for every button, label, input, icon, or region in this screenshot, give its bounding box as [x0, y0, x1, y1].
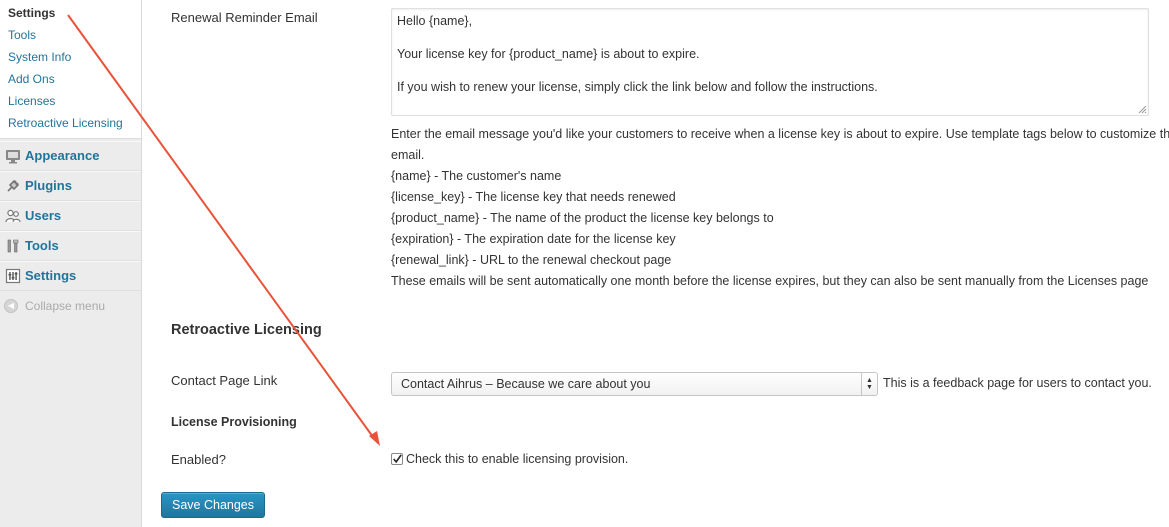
- renewal-email-label: Renewal Reminder Email: [171, 10, 318, 25]
- contact-page-selected-value: Contact Aihrus – Because we care about y…: [401, 377, 651, 391]
- submenu-item-add-ons[interactable]: Add Ons: [0, 68, 141, 90]
- app-window: Settings Tools System Info Add Ons Licen…: [0, 0, 1169, 527]
- email-line: Your license key for {product_name} is a…: [397, 47, 700, 61]
- renewal-email-textarea[interactable]: Hello {name}, Your license key for {prod…: [391, 8, 1149, 116]
- template-tag-expiration: {expiration} - The expiration date for t…: [391, 232, 676, 246]
- menu-item-label: Tools: [25, 238, 59, 253]
- submenu-item-retroactive-licensing[interactable]: Retroactive Licensing: [0, 112, 141, 134]
- menu-item-tools[interactable]: Tools: [0, 231, 141, 261]
- submenu-item-tools[interactable]: Tools: [0, 24, 141, 46]
- save-changes-button[interactable]: Save Changes: [161, 492, 266, 518]
- retroactive-licensing-heading: Retroactive Licensing: [171, 322, 322, 338]
- settings-submenu: Settings Tools System Info Add Ons Licen…: [0, 0, 141, 139]
- tools-icon: [4, 237, 22, 255]
- admin-sidebar: Settings Tools System Info Add Ons Licen…: [0, 0, 142, 527]
- description-line: These emails will be sent automatically …: [391, 274, 1149, 288]
- renewal-email-description: Enter the email message you'd like your …: [391, 124, 1169, 292]
- email-line-blank: [397, 28, 1143, 42]
- collapse-menu-button[interactable]: ◀ Collapse menu: [0, 291, 141, 321]
- enable-provisioning-row: Check this to enable licensing provision…: [391, 452, 628, 466]
- menu-item-appearance[interactable]: Appearance: [0, 141, 141, 171]
- menu-item-users[interactable]: Users: [0, 201, 141, 231]
- template-tag-renewal-link: {renewal_link} - URL to the renewal chec…: [391, 253, 672, 267]
- description-line: Enter the email message you'd like your …: [391, 127, 1169, 141]
- enable-provisioning-text: Check this to enable licensing provision…: [406, 452, 629, 466]
- license-provisioning-heading: License Provisioning: [171, 415, 297, 429]
- enabled-label: Enabled?: [171, 452, 226, 467]
- contact-page-hint: This is a feedback page for users to con…: [883, 376, 1152, 390]
- menu-item-label: Appearance: [25, 148, 100, 163]
- resize-grip-icon[interactable]: [1138, 105, 1147, 114]
- collapse-arrow-icon: ◀: [4, 299, 18, 313]
- users-icon: [4, 207, 22, 225]
- plugins-icon: [4, 177, 22, 195]
- template-tag-license-key: {license_key} - The license key that nee…: [391, 190, 676, 204]
- template-tag-name: {name} - The customer's name: [391, 169, 562, 183]
- menu-item-label: Plugins: [25, 178, 72, 193]
- submenu-item-licenses[interactable]: Licenses: [0, 90, 141, 112]
- menu-item-plugins[interactable]: Plugins: [0, 171, 141, 201]
- menu-item-settings[interactable]: Settings: [0, 261, 141, 291]
- contact-page-link-label: Contact Page Link: [171, 373, 278, 388]
- select-arrows-icon: ▲ ▼: [861, 373, 877, 395]
- menu-item-label: Settings: [25, 268, 77, 283]
- template-tag-product-name: {product_name} - The name of the product…: [391, 211, 774, 225]
- email-line: If you wish to renew your license, simpl…: [397, 80, 878, 94]
- collapse-menu-label: Collapse menu: [25, 299, 106, 313]
- submenu-item-settings[interactable]: Settings: [0, 2, 141, 24]
- settings-icon: [4, 267, 22, 285]
- checkmark-icon: [393, 454, 402, 464]
- enable-provisioning-checkbox[interactable]: [391, 453, 403, 465]
- contact-page-select[interactable]: Contact Aihrus – Because we care about y…: [391, 372, 878, 396]
- settings-form: Renewal Reminder Email Hello {name}, You…: [142, 0, 1169, 527]
- email-line-blank: [397, 61, 1143, 75]
- email-line: Hello {name},: [397, 14, 473, 28]
- menu-item-label: Users: [25, 208, 62, 223]
- description-line: email.: [391, 148, 425, 162]
- appearance-icon: [4, 147, 22, 165]
- submenu-item-system-info[interactable]: System Info: [0, 46, 141, 68]
